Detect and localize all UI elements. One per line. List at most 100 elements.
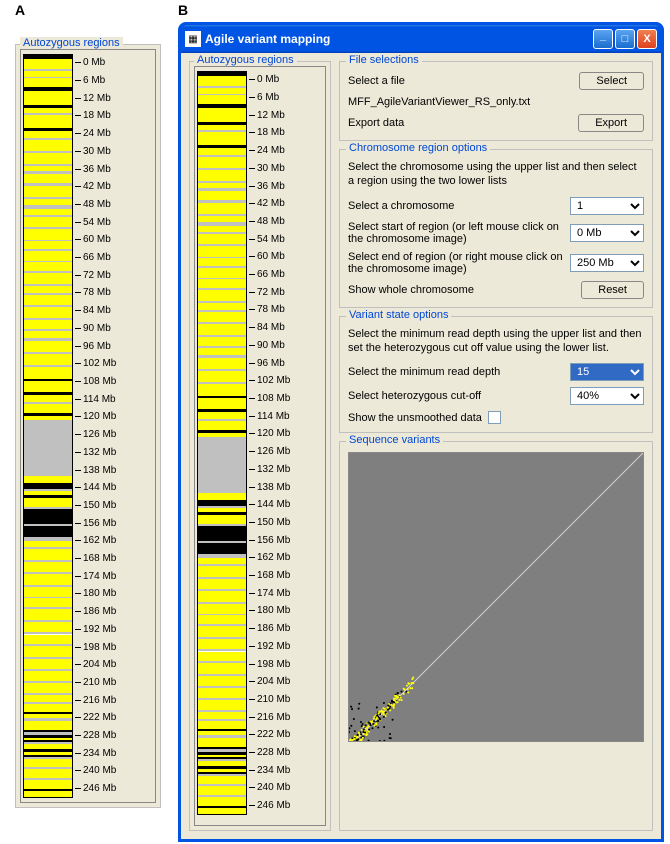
- chromosome-bar[interactable]: [23, 54, 73, 798]
- titlebar[interactable]: ▦ Agile variant mapping _ □ X: [181, 25, 661, 53]
- file-selections-title: File selections: [346, 54, 422, 66]
- chromosome-segment: [198, 279, 246, 288]
- chromosome-segment: [24, 286, 72, 293]
- sequence-variants-plot[interactable]: [348, 452, 644, 742]
- chromosome-segment: [198, 148, 246, 155]
- chromosome-segment: [198, 652, 246, 662]
- chromosome-tick-label: 162 Mb: [249, 549, 290, 567]
- chromosome-region-desc: Select the chromosome using the upper li…: [348, 160, 644, 189]
- chromosome-tick-label: 72 Mb: [249, 283, 290, 301]
- chromosome-segment: [24, 587, 72, 597]
- chromosome-tick-label: 24 Mb: [249, 142, 290, 160]
- select-file-label: Select a file: [348, 75, 579, 87]
- chromosome-bar[interactable]: [197, 71, 247, 815]
- chromosome-tick-label: 216 Mb: [75, 691, 116, 709]
- chromosome-segment: [198, 543, 246, 554]
- chromosome-segment: [24, 140, 72, 151]
- chromosome-segment: [198, 663, 246, 674]
- chromosome-tick-label: 6 Mb: [249, 89, 290, 107]
- chromosome-tick-label: 42 Mb: [249, 195, 290, 213]
- maximize-button[interactable]: □: [615, 29, 635, 49]
- chromosome-segment: [198, 615, 246, 624]
- chromosome-tick-label: 132 Mb: [75, 443, 116, 461]
- reset-button[interactable]: Reset: [581, 281, 644, 299]
- chromosome-segment: [24, 671, 72, 681]
- chromosome-segment: [198, 203, 246, 215]
- chromosome-tick-label: 210 Mb: [75, 674, 116, 692]
- chromosome-segment: [24, 273, 72, 284]
- chromosome-tick-label: 168 Mb: [75, 550, 116, 568]
- chromosome-segment: [198, 312, 246, 322]
- chromosome-segment: [198, 348, 246, 355]
- chromosome-tick-label: 78 Mb: [75, 284, 116, 302]
- chromosome-tick-label: 30 Mb: [75, 143, 116, 161]
- chromosome-segment: [24, 791, 72, 797]
- chromosome-segment: [198, 412, 246, 419]
- chromosome-tick-label: 234 Mb: [249, 761, 290, 779]
- chromosome-tick-label: 84 Mb: [75, 302, 116, 320]
- chromosome-segment: [24, 251, 72, 261]
- chromosome-tick-label: 6 Mb: [75, 72, 116, 90]
- chromosome-segment: [24, 574, 72, 584]
- chromosome-segment: [24, 115, 72, 128]
- chromosome-tick-label: 168 Mb: [249, 567, 290, 585]
- chromosome-tick-label: 222 Mb: [249, 726, 290, 744]
- chromosome-tick-label: 234 Mb: [75, 744, 116, 762]
- chromosome-segment: [198, 132, 246, 145]
- export-button[interactable]: Export: [578, 114, 644, 132]
- chromosome-region-group: Chromosome region options Select the chr…: [339, 149, 653, 308]
- chromosome-tick-label: 174 Mb: [249, 584, 290, 602]
- chromosome-segment: [198, 76, 246, 86]
- chromosome-segment: [24, 217, 72, 227]
- min-depth-select[interactable]: 15: [570, 363, 644, 381]
- chromosome-segment: [198, 688, 246, 698]
- chromosome-tick-label: 186 Mb: [249, 620, 290, 638]
- chromosome-segment: [24, 635, 72, 645]
- chromosome-segment: [24, 229, 72, 239]
- region-end-label: Select end of region (or right mouse cli…: [348, 251, 570, 275]
- chromosome-tick-label: 246 Mb: [75, 780, 116, 798]
- export-label: Export data: [348, 117, 578, 129]
- chromosome-segment: [24, 704, 72, 711]
- chromosome-tick-label: 108 Mb: [249, 390, 290, 408]
- chromosome-tick-label: 90 Mb: [75, 320, 116, 338]
- chromosome-segment: [198, 324, 246, 335]
- chromosome-segment: [198, 95, 246, 104]
- chromosome-tick-label: 108 Mb: [75, 373, 116, 391]
- minimize-button[interactable]: _: [593, 29, 613, 49]
- chromosome-region-title: Chromosome region options: [346, 142, 490, 154]
- chromosome-segment: [198, 566, 246, 577]
- chromosome-tick-label: 228 Mb: [75, 727, 116, 745]
- chromosome-tick-label: 192 Mb: [249, 638, 290, 656]
- chromosome-tick-label: 0 Mb: [249, 71, 290, 89]
- close-button[interactable]: X: [637, 29, 657, 49]
- chromosome-segment: [24, 759, 72, 766]
- chromosome-tick-label: 96 Mb: [249, 354, 290, 372]
- region-start-select[interactable]: 0 Mb: [570, 224, 644, 242]
- chromosome-segment: [198, 358, 246, 369]
- chromosome-segment: [24, 769, 72, 778]
- chromosome-tick-label: 144 Mb: [75, 479, 116, 497]
- chromosome-segment: [198, 626, 246, 637]
- unsmooth-checkbox[interactable]: [488, 411, 501, 424]
- chromosome-segment: [198, 170, 246, 181]
- chromosome-select[interactable]: 1: [570, 197, 644, 215]
- chromosome-segment: [24, 509, 72, 524]
- sequence-variants-title: Sequence variants: [346, 434, 443, 446]
- chromosome-segment: [24, 609, 72, 620]
- select-file-button[interactable]: Select: [579, 72, 644, 90]
- app-icon: ▦: [185, 31, 201, 47]
- chromosome-segment: [198, 712, 246, 719]
- chromosome-tick-label: 144 Mb: [249, 496, 290, 514]
- chromosome-segment: [198, 639, 246, 649]
- region-end-select[interactable]: 250 Mb: [570, 254, 644, 272]
- cutoff-label: Select heterozygous cut-off: [348, 390, 570, 402]
- chromosome-segment: [24, 683, 72, 693]
- chromosome-segment: [198, 808, 246, 814]
- chromosome-tick-label: 240 Mb: [75, 762, 116, 780]
- chromosome-segment: [198, 591, 246, 601]
- cutoff-select[interactable]: 40%: [570, 387, 644, 405]
- chromosome-segment: [24, 307, 72, 318]
- chromosome-tick-label: 60 Mb: [75, 231, 116, 249]
- chromosome-tick-label: 18 Mb: [249, 124, 290, 142]
